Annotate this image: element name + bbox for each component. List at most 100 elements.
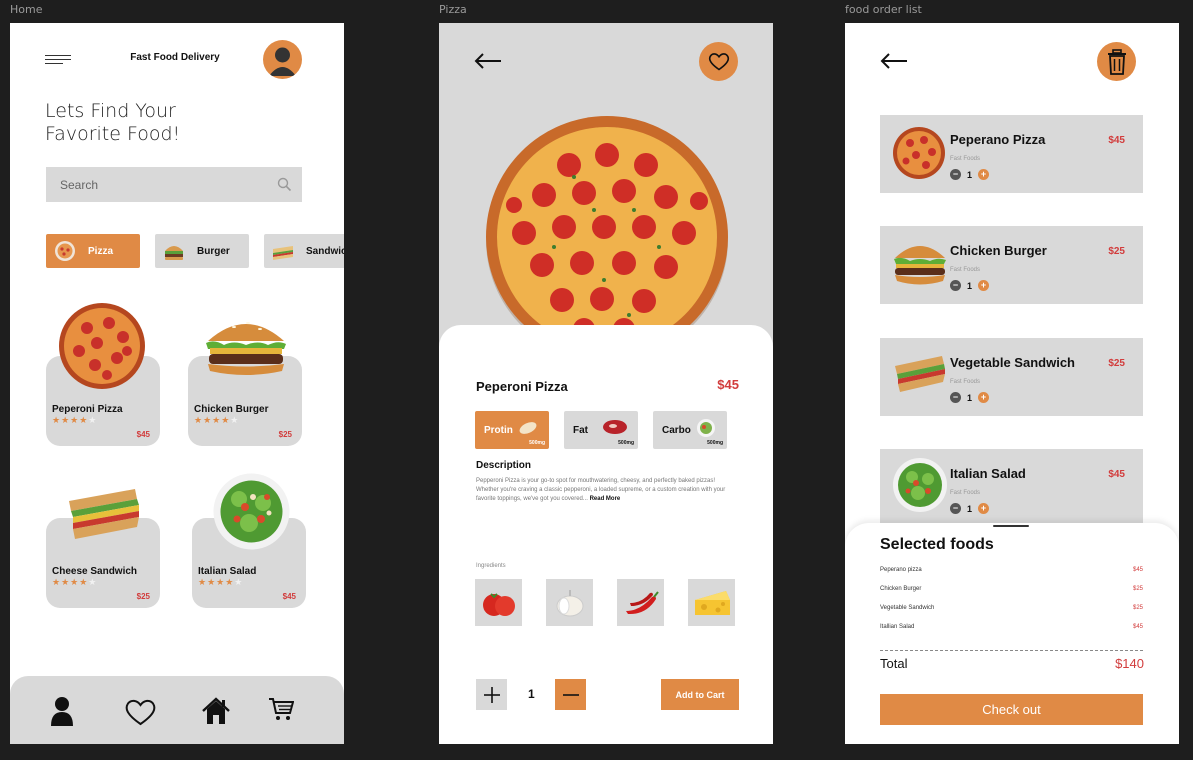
trash-icon xyxy=(1107,48,1126,75)
minus-icon xyxy=(562,693,579,696)
ingredient-garlic[interactable] xyxy=(546,579,593,626)
quantity-decrease-button[interactable] xyxy=(555,679,586,710)
frame-label-home: Home xyxy=(10,3,43,16)
home-nav-icon[interactable] xyxy=(201,696,231,726)
food-name: Italian Salad xyxy=(198,566,257,577)
checkout-button[interactable]: Check out xyxy=(880,694,1143,725)
search-input[interactable]: Search xyxy=(46,167,302,202)
search-icon[interactable] xyxy=(277,177,292,192)
ingredient-cheese[interactable] xyxy=(688,579,735,626)
food-name: Chicken Burger xyxy=(194,404,269,415)
category-label: Sandwich xyxy=(306,245,344,257)
plus-circle-icon[interactable]: + xyxy=(978,280,990,291)
description-heading: Description xyxy=(476,460,532,471)
total-label: Total xyxy=(880,656,908,671)
burger-image xyxy=(206,322,286,375)
order-item-price: $45 xyxy=(1108,135,1125,146)
sheet-drag-handle[interactable] xyxy=(993,525,1029,527)
selected-row: Itallian Salad $45 xyxy=(880,624,1143,630)
ingredient-tomato[interactable] xyxy=(475,579,522,626)
selected-foods-sheet: Selected foods Peperano pizza $45 Chicke… xyxy=(845,523,1179,744)
favorite-button[interactable] xyxy=(699,42,738,81)
order-item-quantity: − 1 + xyxy=(950,503,990,514)
sandwich-thumb-icon xyxy=(273,246,293,260)
order-item-name: Chicken Burger xyxy=(950,243,1047,258)
food-price: $25 xyxy=(278,430,292,439)
food-price: $45 xyxy=(282,592,296,601)
order-item-category: Fast Foods xyxy=(950,267,981,273)
tomato-icon xyxy=(482,592,515,616)
order-list-screen: Peperano Pizza Fast Foods − 1 + $45 Chic… xyxy=(845,23,1179,744)
frame-label-pizza: Pizza xyxy=(439,3,467,16)
selected-row: Vegetable Sandwich $25 xyxy=(880,605,1143,611)
cart-nav-icon[interactable] xyxy=(268,696,294,722)
minus-circle-icon[interactable]: − xyxy=(950,169,961,180)
order-item-burger[interactable]: Chicken Burger Fast Foods − 1 + $25 xyxy=(880,226,1143,304)
heart-icon xyxy=(708,53,729,71)
back-arrow-icon[interactable] xyxy=(474,53,502,69)
nutrient-label: Fat xyxy=(573,425,588,436)
pizza-detail-screen: Peperoni Pizza $45 Protin 500mg Fat 500m… xyxy=(439,23,773,744)
protein-icon xyxy=(519,422,537,434)
order-item-category: Fast Foods xyxy=(950,156,981,162)
heart-nav-icon[interactable] xyxy=(124,698,157,726)
back-arrow-icon[interactable] xyxy=(880,53,908,69)
minus-circle-icon[interactable]: − xyxy=(950,392,961,403)
ingredient-chili[interactable] xyxy=(617,579,664,626)
carbo-icon xyxy=(697,419,715,437)
description-text: Pepperoni Pizza is your go-to spot for m… xyxy=(476,478,726,502)
burger-image xyxy=(894,246,946,285)
order-item-sandwich[interactable]: Vegetable Sandwich Fast Foods − 1 + $25 xyxy=(880,338,1143,416)
category-burger[interactable]: Burger xyxy=(155,234,249,268)
bottom-nav xyxy=(10,676,344,744)
plus-circle-icon[interactable]: + xyxy=(978,392,990,403)
category-sandwich[interactable]: Sandwich xyxy=(264,234,344,268)
plus-circle-icon[interactable]: + xyxy=(978,169,990,180)
delete-button[interactable] xyxy=(1097,42,1136,81)
selected-foods-title: Selected foods xyxy=(880,536,994,553)
category-pizza[interactable]: Pizza xyxy=(46,234,140,268)
minus-circle-icon[interactable]: − xyxy=(950,280,961,291)
plus-circle-icon[interactable]: + xyxy=(978,503,990,514)
user-icon xyxy=(269,47,296,76)
order-item-salad[interactable]: Italian Salad Fast Foods − 1 + $45 xyxy=(880,449,1143,527)
order-item-quantity: − 1 + xyxy=(950,169,990,180)
avatar[interactable] xyxy=(263,40,302,79)
add-to-cart-button[interactable]: Add to Cart xyxy=(661,679,739,710)
nutrient-carbo[interactable]: Carbo 500mg xyxy=(653,411,727,449)
order-item-pizza[interactable]: Peperano Pizza Fast Foods − 1 + $45 xyxy=(880,115,1143,193)
nutrient-label: Carbo xyxy=(662,425,691,436)
minus-circle-icon[interactable]: − xyxy=(950,503,961,514)
category-label: Burger xyxy=(197,245,230,257)
nutrient-fat[interactable]: Fat 500mg xyxy=(564,411,638,449)
quantity-value: 1 xyxy=(528,687,535,701)
read-more-link[interactable]: Read More xyxy=(590,496,621,502)
order-item-price: $25 xyxy=(1108,246,1125,257)
nutrient-protein[interactable]: Protin 500mg xyxy=(475,411,549,449)
sandwich-image xyxy=(69,489,139,539)
sandwich-image xyxy=(895,356,945,392)
ingredients-heading: Ingredients xyxy=(476,563,506,569)
nutrient-value: 500mg xyxy=(707,440,723,446)
nutrient-value: 500mg xyxy=(618,440,634,446)
home-screen: Fast Food Delivery Lets Find Your Favori… xyxy=(10,23,344,744)
frame-label-orders: food order list xyxy=(845,3,922,16)
order-item-quantity: − 1 + xyxy=(950,280,990,291)
order-item-price: $45 xyxy=(1108,469,1125,480)
order-item-category: Fast Foods xyxy=(950,379,981,385)
plus-icon xyxy=(483,686,500,703)
salad-image xyxy=(893,458,947,512)
divider xyxy=(880,650,1143,651)
garlic-icon xyxy=(556,589,583,616)
food-name: Cheese Sandwich xyxy=(52,566,138,577)
category-label: Pizza xyxy=(88,245,114,257)
menu-icon[interactable] xyxy=(45,55,71,65)
rating-stars: ★★★★★ xyxy=(52,577,98,587)
quantity-increase-button[interactable] xyxy=(476,679,507,710)
total-value: $140 xyxy=(1115,656,1144,671)
pizza-image xyxy=(59,303,145,389)
pizza-image xyxy=(893,127,945,179)
detail-sheet: Peperoni Pizza $45 Protin 500mg Fat 500m… xyxy=(439,325,773,744)
profile-nav-icon[interactable] xyxy=(51,696,73,726)
order-item-name: Vegetable Sandwich xyxy=(950,355,1075,370)
